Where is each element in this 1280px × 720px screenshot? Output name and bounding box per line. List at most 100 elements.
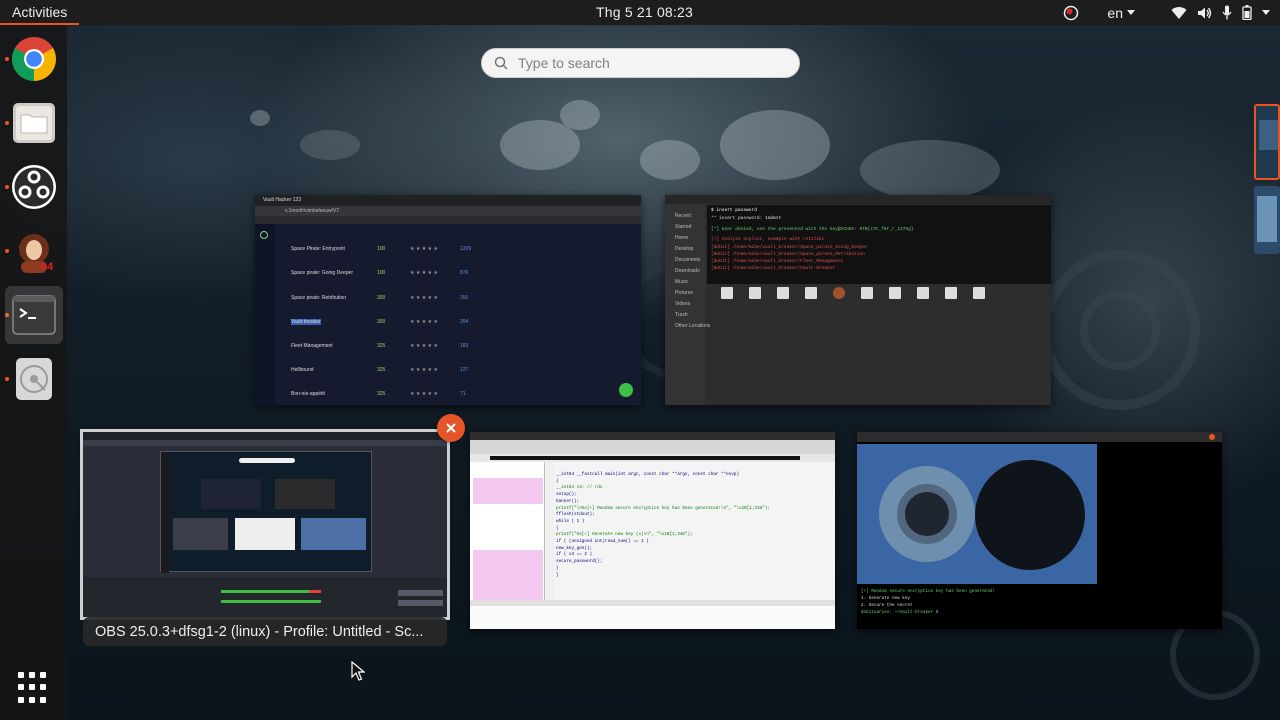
browser-row-stars: ★ ★ ★ ★ ★ xyxy=(410,391,438,397)
search-bar[interactable] xyxy=(481,48,800,78)
code-line: new_key_gen(); xyxy=(556,545,593,551)
terminal-icon xyxy=(12,295,56,335)
activities-button[interactable]: Activities xyxy=(0,0,80,25)
file-icon[interactable] xyxy=(973,287,985,299)
terminal-line: [$obit] /home/mibe/vault_breaker/Vault-b… xyxy=(711,266,836,271)
code-line: if ( v3 == 2 ) xyxy=(556,552,593,558)
show-applications-button[interactable] xyxy=(18,672,50,704)
clock[interactable]: Thg 5 21 08:23 xyxy=(596,4,693,20)
browser-url: v.1mod/rivimbeleeuw/V7 xyxy=(285,208,340,214)
chevron-down-icon xyxy=(1262,10,1270,15)
browser-row-name: Bon-nie-appétit xyxy=(291,391,325,397)
file-icon[interactable] xyxy=(777,287,789,299)
pixel-art-image xyxy=(857,444,1097,584)
workspace-thumbnail-2[interactable] xyxy=(1254,186,1280,254)
activities-label: Activities xyxy=(12,3,68,20)
browser-row-score: 325 xyxy=(377,391,386,397)
files-sidebar-item[interactable]: Videos xyxy=(675,299,710,310)
dock-item-disks[interactable] xyxy=(5,350,63,408)
window-thumbnail-obs[interactable] xyxy=(80,429,450,620)
record-icon xyxy=(1064,5,1079,20)
browser-row-score: 325 xyxy=(377,367,386,373)
file-icon[interactable] xyxy=(721,287,733,299)
file-icon[interactable] xyxy=(917,287,929,299)
disk-icon xyxy=(16,358,52,400)
code-line: while ( 1 ) xyxy=(556,518,585,524)
terminal-line: [+] Analyze exploit, example with ret2li… xyxy=(711,237,825,242)
file-icon[interactable] xyxy=(889,287,901,299)
dock-item-chrome[interactable] xyxy=(5,30,63,88)
files-sidebar-item[interactable]: Downloads xyxy=(675,266,710,277)
file-icon[interactable] xyxy=(861,287,873,299)
file-icon[interactable] xyxy=(833,287,845,299)
browser-row-name: Vault-breaker xyxy=(291,319,321,325)
window-thumbnail-ida[interactable]: __int64 __fastcall main(int argc, const … xyxy=(470,432,835,629)
browser-row-score: 300 xyxy=(377,295,386,301)
file-icon[interactable] xyxy=(749,287,761,299)
terminal-line: ** insert password: 1mdmst xyxy=(711,216,782,221)
code-line: { xyxy=(556,525,559,531)
wifi-icon xyxy=(1171,6,1187,19)
terminal-line: [$obit] /home/mibe/vault_breaker/Space_p… xyxy=(711,245,868,250)
dock-item-obs[interactable] xyxy=(5,158,63,216)
terminal-line: $ insert password xyxy=(711,208,757,213)
chat-bubble-icon xyxy=(619,383,633,397)
system-tray: en xyxy=(1063,0,1270,25)
files-sidebar-item[interactable]: Pictures xyxy=(675,288,710,299)
window-thumbnail-browser[interactable]: Vault Hacker 123 v.1mod/rivimbeleeuw/V7 … xyxy=(255,195,641,405)
files-sidebar-item[interactable]: Home xyxy=(675,233,710,244)
files-sidebar-item[interactable]: Documents xyxy=(675,255,710,266)
browser-row-stars: ★ ★ ★ ★ ★ xyxy=(410,246,438,252)
browser-row-score: 100 xyxy=(377,270,386,276)
obs-icon xyxy=(12,165,56,209)
terminal-line: $obituaries: ~/Vault-breaker $ xyxy=(861,610,939,615)
files-sidebar-item[interactable]: Starred xyxy=(675,222,710,233)
terminal-line: 1. Generate new key xyxy=(861,596,910,601)
code-line: if ( (unsigned int)read_num() == 1 ) xyxy=(556,539,649,545)
file-icon[interactable] xyxy=(945,287,957,299)
dock-item-files[interactable] xyxy=(5,94,63,152)
terminal-line: [*] User denied, use the presented with … xyxy=(711,227,914,232)
workspace-thumbnail-1[interactable] xyxy=(1254,104,1280,180)
file-icon[interactable] xyxy=(805,287,817,299)
files-sidebar-item[interactable]: Music xyxy=(675,277,710,288)
window-thumbnail-terminal[interactable]: [+] Random secure encryption key has bee… xyxy=(857,432,1222,629)
code-line: } xyxy=(556,572,559,578)
search-input[interactable] xyxy=(518,55,768,71)
files-icon xyxy=(13,103,55,143)
browser-row-solves: 71 xyxy=(460,391,466,397)
code-line: { xyxy=(556,478,559,484)
window-caption: OBS 25.0.3+dfsg1-2 (linux) - Profile: Un… xyxy=(83,617,447,646)
window-thumbnail-files[interactable]: Recent Starred Home Desktop Documents Do… xyxy=(665,195,1051,405)
close-window-button[interactable] xyxy=(437,414,465,442)
close-icon xyxy=(446,423,456,433)
browser-row-name: Space pirate: Retribution xyxy=(291,295,347,301)
search-icon xyxy=(494,56,508,70)
screen-record-indicator[interactable] xyxy=(1063,5,1079,21)
browser-row-score: 100 xyxy=(377,246,386,252)
files-sidebar-item[interactable]: Other Locations xyxy=(675,321,710,332)
close-icon xyxy=(1209,434,1215,440)
battery-icon xyxy=(1242,5,1252,20)
code-line: printf("%s[+] Generate new key (x)\n", "… xyxy=(556,532,693,538)
files-sidebar-item[interactable]: Desktop xyxy=(675,244,710,255)
files-sidebar-item[interactable]: Recent xyxy=(675,211,710,222)
browser-row-stars: ★ ★ ★ ★ ★ xyxy=(410,343,438,349)
files-sidebar-item[interactable]: Trash xyxy=(675,310,710,321)
system-menu[interactable] xyxy=(1171,5,1270,20)
browser-row-name: Space pirate: Going Deeper xyxy=(291,270,353,276)
dock-item-avatar-app[interactable]: 64 xyxy=(5,222,63,280)
browser-row-solves: 294 xyxy=(460,319,469,325)
keyboard-layout-label: en xyxy=(1107,4,1123,21)
mouse-pointer-icon xyxy=(351,661,365,681)
keyboard-layout-menu[interactable]: en xyxy=(1107,5,1135,21)
code-line: __int64 v3; // rdx xyxy=(556,485,603,491)
chevron-down-icon xyxy=(1127,10,1135,15)
browser-row-stars: ★ ★ ★ ★ ★ xyxy=(410,319,438,325)
code-line: fflush(stdout); xyxy=(556,512,595,518)
dock-item-terminal[interactable] xyxy=(5,286,63,344)
code-line: secure_password(); xyxy=(556,559,603,565)
terminal-line: [$obit] /home/mibe/vault_breaker/Space_p… xyxy=(711,252,865,257)
terminal-line: [$obit] /home/mibe/vault_breaker/Fleet_M… xyxy=(711,259,844,264)
svg-text:64: 64 xyxy=(41,261,54,273)
